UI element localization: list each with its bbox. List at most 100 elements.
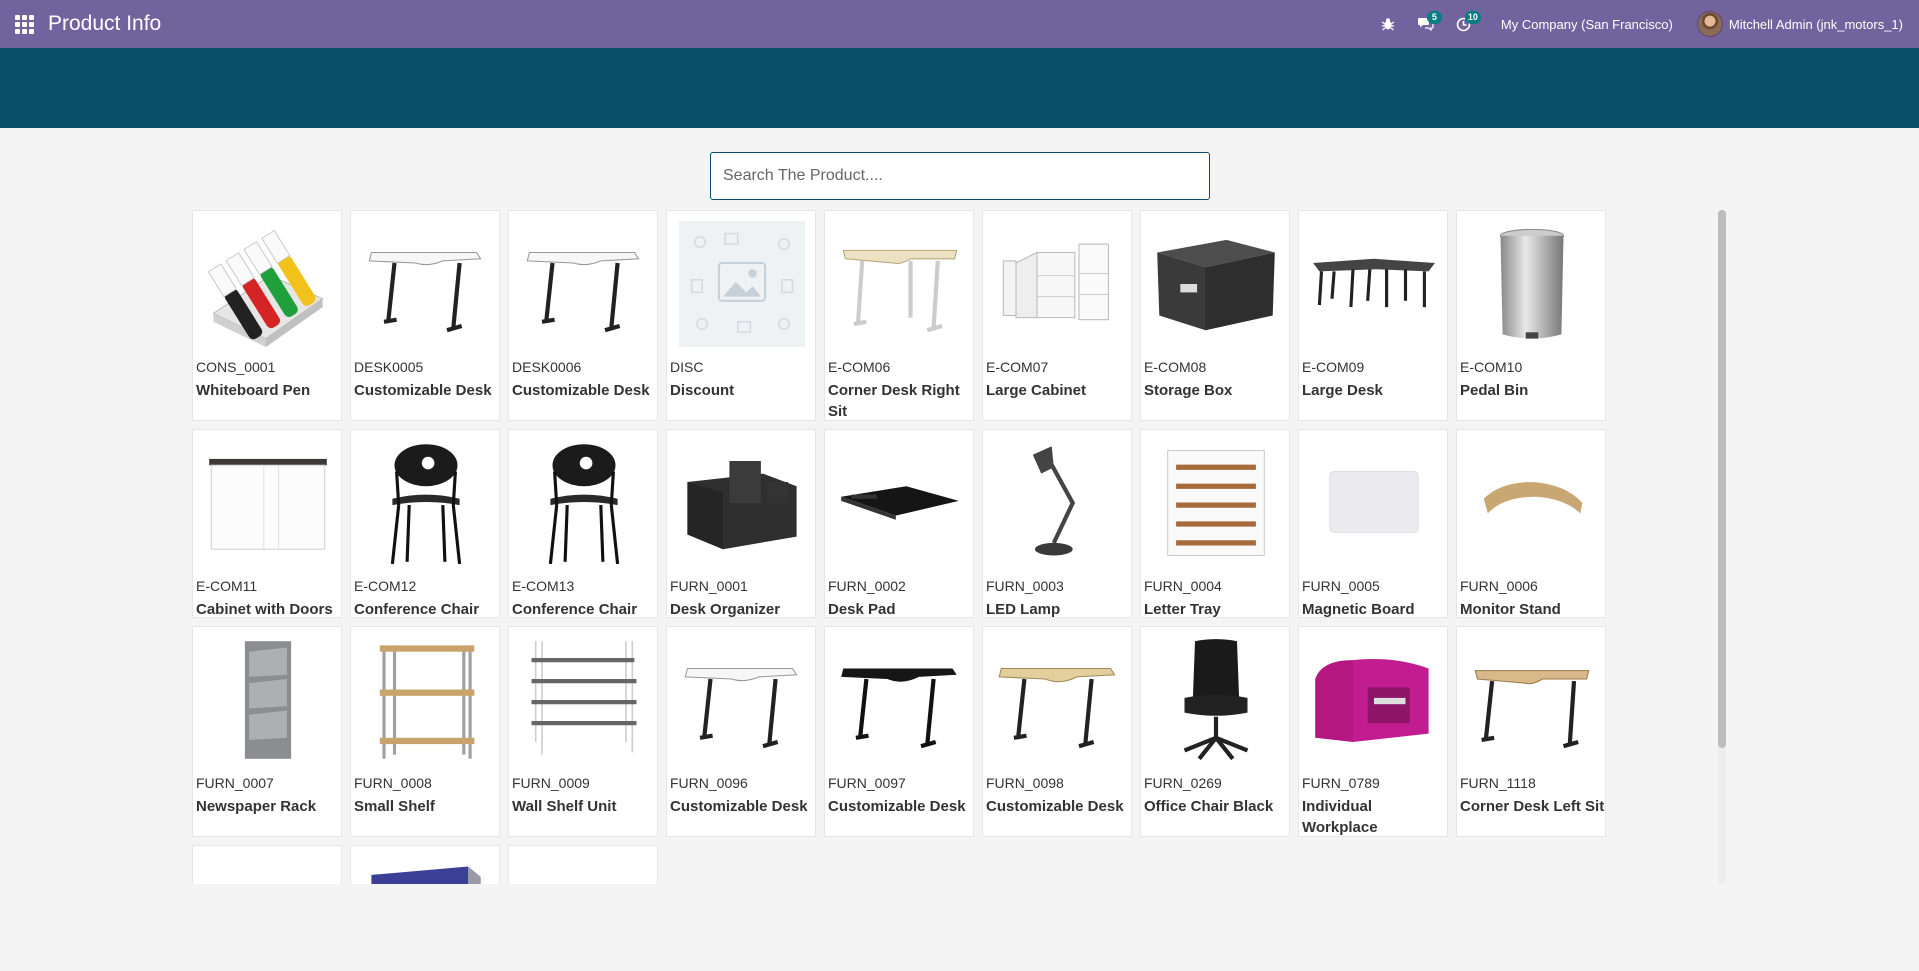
product-code: FURN_0002 (828, 578, 906, 594)
app-menu-grid-icon[interactable] (0, 0, 48, 48)
product-card[interactable]: FURN_0004 Letter Tray (1140, 429, 1290, 618)
messages-icon[interactable]: 5 (1407, 0, 1445, 48)
product-image (995, 440, 1121, 566)
product-name: Office Chair Black (1144, 798, 1274, 815)
product-name: Desk Organizer (670, 601, 781, 618)
product-image (521, 221, 647, 347)
product-card[interactable]: E-COM11 Cabinet with Doors (192, 429, 342, 618)
product-code: FURN_0001 (670, 578, 748, 594)
product-name: Individual Workplace (1302, 798, 1378, 836)
product-image (363, 221, 489, 347)
product-card[interactable]: FURN_0001 Desk Organizer (666, 429, 816, 618)
product-name: Conference Chair (354, 601, 480, 618)
product-code: E-COM08 (1144, 359, 1207, 375)
product-card[interactable]: FURN_1118 Corner Desk Left Sit (1456, 626, 1606, 837)
product-card[interactable]: FURN_0269 Office Chair Black (1140, 626, 1290, 837)
product-image (679, 637, 805, 763)
product-grid-scrollbar[interactable] (1718, 210, 1726, 884)
product-card[interactable]: DISC Discount (666, 210, 816, 421)
product-image (1311, 637, 1437, 763)
product-name: Wall Shelf Unit (512, 798, 617, 815)
messages-count-badge: 5 (1426, 11, 1442, 24)
product-name: Customizable Desk (354, 382, 492, 399)
product-name: Desk Pad (828, 601, 896, 618)
product-name: Storage Box (1144, 382, 1233, 399)
search-product-input[interactable] (710, 152, 1210, 200)
product-card[interactable]: FURN_0097 Customizable Desk (824, 626, 974, 837)
product-card[interactable]: FURN_0789 Individual Workplace (1298, 626, 1448, 837)
product-card[interactable]: E-COM13 Conference Chair (508, 429, 658, 618)
product-code: FURN_0009 (512, 775, 590, 791)
scrollbar-thumb[interactable] (1718, 210, 1726, 748)
product-code: DESK0005 (354, 359, 424, 375)
product-name: Corner Desk Left Sit (1460, 798, 1605, 815)
product-image (363, 637, 489, 763)
product-name: Large Desk (1302, 382, 1383, 399)
product-code: E-COM11 (196, 578, 258, 594)
product-card[interactable]: DESK0006 Customizable Desk (508, 210, 658, 421)
product-name: Customizable Desk (828, 798, 966, 815)
product-code: E-COM06 (828, 359, 891, 375)
product-image (1311, 221, 1437, 347)
product-card[interactable]: E-COM08 Storage Box (1140, 210, 1290, 421)
product-name: Small Shelf (354, 798, 435, 815)
product-name: Large Cabinet (986, 382, 1087, 399)
user-menu[interactable]: Mitchell Admin (jnk_motors_1) (1696, 11, 1903, 37)
user-avatar (1696, 11, 1723, 37)
product-name: Customizable Desk (670, 798, 808, 815)
product-image (679, 440, 805, 566)
product-name: Customizable Desk (512, 382, 650, 399)
product-image (205, 440, 331, 566)
product-card[interactable]: E-COM10 Pedal Bin (1456, 210, 1606, 421)
product-code: E-COM12 (354, 578, 417, 594)
product-image (837, 637, 963, 763)
product-image (837, 221, 963, 347)
product-card[interactable]: FURN_0006 Monitor Stand (1456, 429, 1606, 618)
product-image (363, 440, 489, 566)
product-image (363, 856, 489, 884)
product-card[interactable]: FURN_0005 Magnetic Board (1298, 429, 1448, 618)
product-card[interactable]: FURN_0003 LED Lamp (982, 429, 1132, 618)
product-name: Newspaper Rack (196, 798, 317, 815)
product-card[interactable]: E-COM09 Large Desk (1298, 210, 1448, 421)
product-name: Pedal Bin (1460, 382, 1529, 399)
product-card[interactable]: E-COM12 Conference Chair (350, 429, 500, 618)
product-card[interactable]: CONS_0001 Whiteboard Pen (192, 210, 342, 421)
product-code: FURN_0005 (1302, 578, 1380, 594)
company-switcher[interactable]: My Company (San Francisco) (1501, 17, 1673, 32)
product-name: Conference Chair (512, 601, 638, 618)
product-image (1469, 440, 1595, 566)
product-card[interactable]: E-COM06 Corner Desk Right Sit (824, 210, 974, 421)
product-card[interactable]: FURN_0098 Customizable Desk (982, 626, 1132, 837)
product-code: FURN_0004 (1144, 578, 1222, 594)
product-code: FURN_0007 (196, 775, 274, 791)
product-image (1153, 221, 1279, 347)
product-card[interactable]: E-COM07 Large Cabinet (982, 210, 1132, 421)
header-banner (0, 48, 1919, 128)
product-code: FURN_0098 (986, 775, 1064, 791)
activities-clock-icon[interactable]: 10 (1445, 0, 1483, 48)
product-code: E-COM09 (1302, 359, 1365, 375)
product-card[interactable]: FURN_0008 Small Shelf (350, 626, 500, 837)
product-image (837, 440, 963, 566)
debug-bug-icon[interactable] (1369, 0, 1407, 48)
product-card[interactable]: FURN_0007 Newspaper Rack (192, 626, 342, 837)
product-card[interactable]: FURN_0002 Desk Pad (824, 429, 974, 618)
product-card[interactable] (350, 845, 500, 884)
product-image (995, 637, 1121, 763)
product-name: Discount (670, 382, 735, 399)
product-image (995, 221, 1121, 347)
product-image (521, 637, 647, 763)
product-code: E-COM07 (986, 359, 1049, 375)
product-code: DISC (670, 359, 704, 375)
product-card[interactable] (508, 845, 658, 884)
product-image (205, 637, 331, 763)
product-card[interactable]: FURN_0009 Wall Shelf Unit (508, 626, 658, 837)
product-card[interactable] (192, 845, 342, 884)
product-image (205, 856, 331, 884)
product-image (205, 221, 331, 347)
product-card[interactable]: DESK0005 Customizable Desk (350, 210, 500, 421)
product-image (1153, 440, 1279, 566)
product-card[interactable]: FURN_0096 Customizable Desk (666, 626, 816, 837)
product-name: Magnetic Board (1302, 601, 1415, 618)
